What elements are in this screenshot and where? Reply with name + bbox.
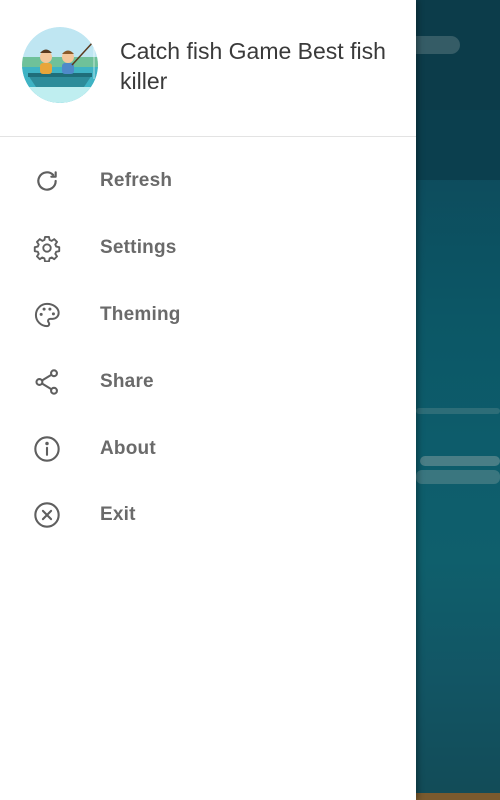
share-icon — [33, 368, 61, 396]
gear-icon — [33, 234, 61, 263]
palette-icon — [33, 301, 61, 329]
navigation-drawer: Catch fish Game Best fish killer Refresh — [0, 0, 416, 800]
menu-item-label: Share — [100, 370, 154, 392]
menu-item-theming[interactable]: Theming — [0, 282, 416, 349]
menu-item-share[interactable]: Share — [0, 348, 416, 415]
menu-item-about[interactable]: About — [0, 415, 416, 482]
background-wave — [420, 456, 500, 466]
menu-item-label: Refresh — [100, 170, 173, 192]
menu-item-exit[interactable]: Exit — [0, 482, 416, 549]
close-circle-icon — [33, 501, 61, 529]
info-icon — [33, 435, 61, 463]
background-wave — [416, 470, 500, 484]
menu-item-label: About — [100, 437, 156, 459]
menu-item-label: Exit — [100, 504, 136, 526]
fishing-boat-avatar-icon — [22, 27, 98, 103]
background-sky-band — [416, 0, 500, 110]
background-ground — [416, 793, 500, 800]
menu-item-label: Settings — [100, 237, 177, 259]
menu-item-refresh[interactable]: Refresh — [0, 148, 416, 215]
refresh-icon — [33, 167, 61, 195]
menu-item-settings[interactable]: Settings — [0, 215, 416, 282]
app-title: Catch fish Game Best fish killer — [120, 38, 386, 94]
background-wave — [416, 408, 500, 414]
drawer-header: Catch fish Game Best fish killer — [0, 0, 416, 137]
app-screen: Catch fish Game Best fish killer Refresh — [0, 0, 500, 800]
drawer-menu: Refresh Settings Theming Share About Exi… — [0, 148, 416, 549]
menu-item-label: Theming — [100, 303, 181, 325]
background-horizon-band — [416, 110, 500, 180]
